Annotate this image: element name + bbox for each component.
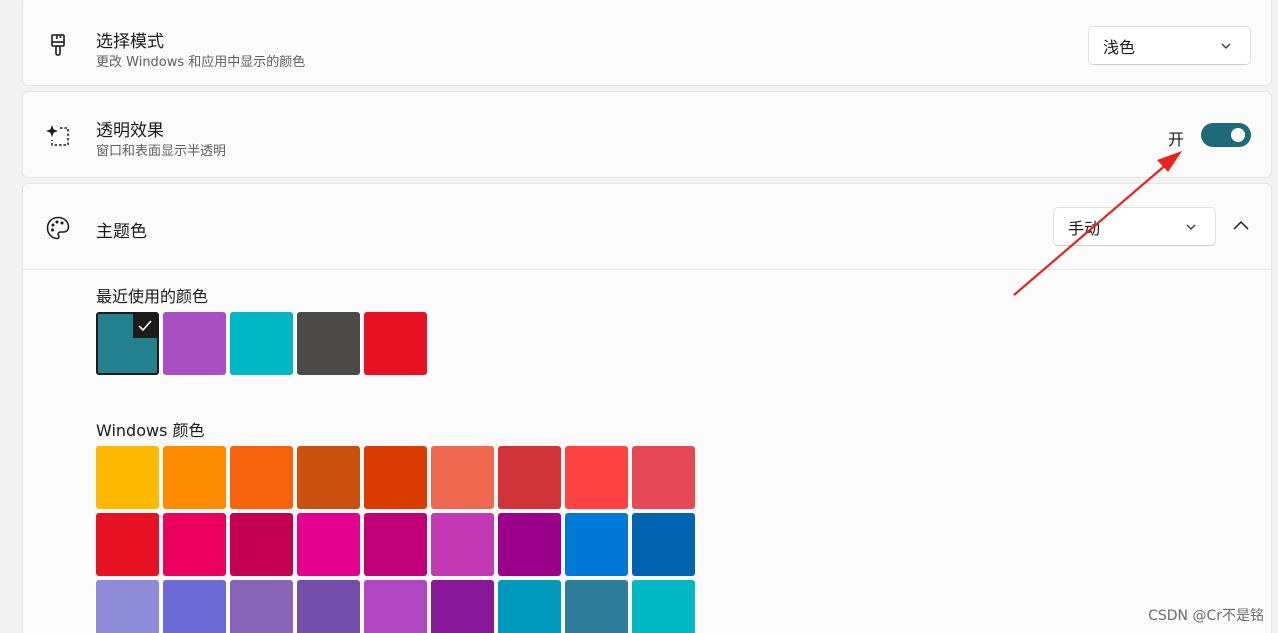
windows-color-swatch[interactable] (364, 446, 427, 509)
windows-color-swatch[interactable] (163, 446, 226, 509)
mode-dropdown[interactable]: 浅色 (1088, 26, 1251, 65)
watermark: CSDN @Cr不是铭 (1148, 608, 1264, 624)
transparency-icon (45, 122, 71, 148)
section-divider (23, 269, 1271, 270)
recent-color-swatch[interactable] (163, 312, 226, 375)
windows-color-swatch[interactable] (498, 580, 561, 633)
mode-subtitle: 更改 Windows 和应用中显示的颜色 (96, 55, 306, 70)
chevron-down-icon (1221, 43, 1231, 49)
palette-icon (45, 215, 71, 241)
accent-mode-dropdown[interactable]: 手动 (1053, 207, 1216, 246)
paintbrush-icon (45, 32, 71, 58)
windows-color-swatch[interactable] (364, 580, 427, 633)
windows-color-swatch[interactable] (565, 513, 628, 576)
accent-color-card: 主题色 手动 最近使用的颜色 Windows 颜色 (22, 183, 1272, 633)
mode-title: 选择模式 (96, 32, 164, 52)
windows-color-swatch[interactable] (230, 513, 293, 576)
windows-color-swatch[interactable] (96, 446, 159, 509)
windows-colors-row (96, 580, 695, 633)
windows-color-swatch[interactable] (565, 580, 628, 633)
recent-colors-row (96, 312, 427, 375)
recent-color-swatch[interactable] (364, 312, 427, 375)
accent-title: 主题色 (96, 222, 147, 242)
transparency-title: 透明效果 (96, 121, 164, 141)
checkmark-icon (133, 314, 157, 338)
windows-color-swatch[interactable] (297, 446, 360, 509)
windows-color-swatch[interactable] (297, 580, 360, 633)
recent-color-swatch[interactable] (297, 312, 360, 375)
transparency-subtitle: 窗口和表面显示半透明 (96, 144, 227, 159)
windows-color-swatch[interactable] (498, 446, 561, 509)
windows-color-swatch[interactable] (163, 580, 226, 633)
windows-color-swatch[interactable] (565, 446, 628, 509)
windows-color-swatch[interactable] (632, 446, 695, 509)
windows-color-swatch[interactable] (96, 580, 159, 633)
windows-color-swatch[interactable] (230, 446, 293, 509)
windows-color-swatch[interactable] (431, 446, 494, 509)
transparency-toggle[interactable] (1201, 123, 1251, 147)
collapse-chevron-up-icon[interactable] (1231, 216, 1251, 236)
windows-colors-row (96, 513, 695, 576)
recent-color-swatch[interactable] (96, 312, 159, 375)
windows-color-swatch[interactable] (230, 580, 293, 633)
windows-color-swatch[interactable] (364, 513, 427, 576)
windows-color-swatch[interactable] (498, 513, 561, 576)
mode-setting-card: 选择模式 更改 Windows 和应用中显示的颜色 浅色 (22, 0, 1272, 86)
windows-color-swatch[interactable] (632, 513, 695, 576)
windows-color-swatch[interactable] (96, 513, 159, 576)
toggle-knob (1231, 128, 1245, 142)
windows-colors-title: Windows 颜色 (96, 421, 205, 440)
toggle-state-label: 开 (1168, 130, 1185, 149)
windows-color-swatch[interactable] (431, 513, 494, 576)
settings-page: 选择模式 更改 Windows 和应用中显示的颜色 浅色 透明效果 窗口和表面显… (0, 0, 1278, 633)
windows-color-swatch[interactable] (163, 513, 226, 576)
accent-dropdown-value: 手动 (1068, 218, 1101, 238)
recent-colors-title: 最近使用的颜色 (96, 287, 209, 306)
windows-color-swatch[interactable] (632, 580, 695, 633)
chevron-down-icon (1186, 224, 1196, 230)
windows-color-swatch[interactable] (431, 580, 494, 633)
recent-color-swatch[interactable] (230, 312, 293, 375)
transparency-setting-card: 透明效果 窗口和表面显示半透明 开 (22, 91, 1272, 178)
mode-dropdown-value: 浅色 (1103, 37, 1136, 57)
windows-colors-row (96, 446, 695, 509)
windows-color-swatch[interactable] (297, 513, 360, 576)
